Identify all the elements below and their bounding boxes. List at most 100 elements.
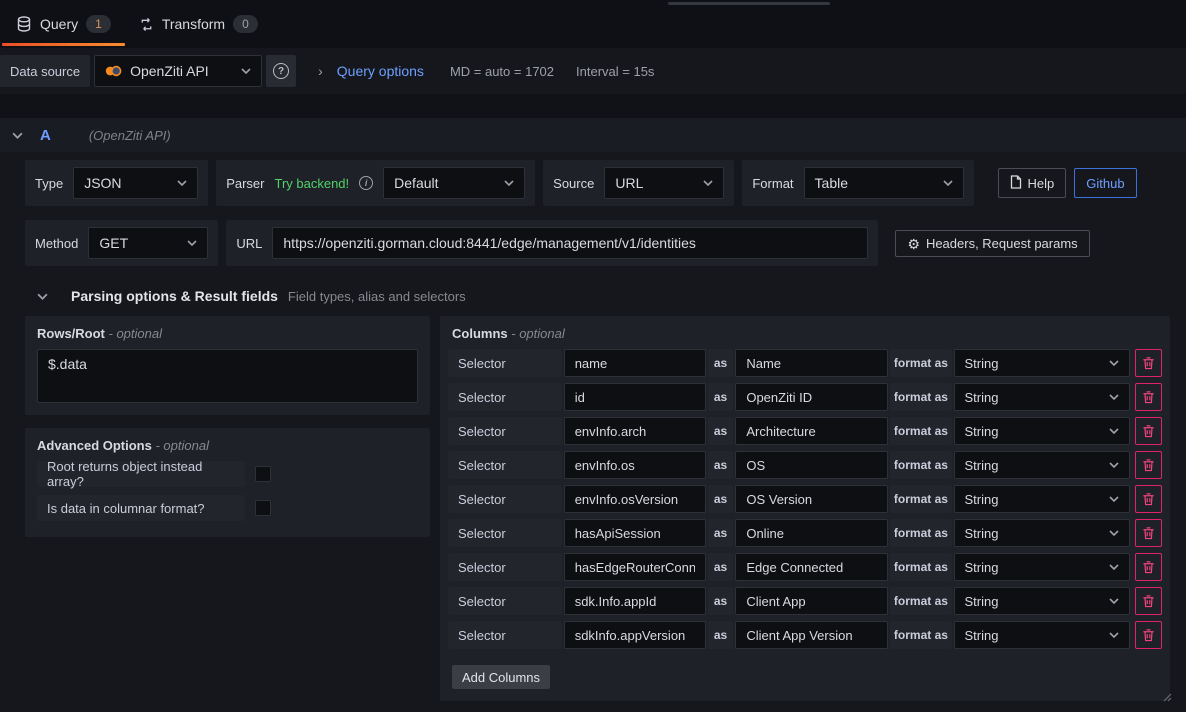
format-as-label: format as [890, 349, 951, 377]
method-label: Method [35, 236, 78, 251]
source-select[interactable]: URL [604, 167, 724, 199]
selector-input[interactable] [564, 621, 706, 649]
format-as-label: format as [890, 451, 951, 479]
alias-input[interactable] [735, 417, 888, 445]
query-ref-id[interactable]: A [40, 127, 51, 144]
info-circle-icon[interactable]: i [359, 176, 373, 190]
alias-input[interactable] [735, 451, 888, 479]
rows-root-input[interactable]: $.data [37, 349, 418, 403]
trash-icon [1142, 390, 1155, 404]
method-field-group: Method GET [25, 220, 218, 266]
format-type-select[interactable]: String [954, 485, 1131, 513]
format-type-select[interactable]: String [954, 451, 1131, 479]
selector-input[interactable] [564, 383, 706, 411]
column-mapping-row: Selector as format as String [448, 349, 1162, 377]
delete-column-button[interactable] [1135, 485, 1162, 513]
query-editor-body: Type JSON Parser Try backend! i Default … [0, 152, 1186, 712]
try-backend-hint[interactable]: Try backend! [274, 176, 349, 191]
advanced-options-title: Advanced Options - optional [37, 438, 418, 453]
selector-input[interactable] [564, 519, 706, 547]
format-select[interactable]: Table [804, 167, 964, 199]
trash-icon [1142, 594, 1155, 608]
as-label: as [708, 485, 734, 513]
type-select[interactable]: JSON [73, 167, 198, 199]
help-button[interactable]: Help [998, 168, 1067, 198]
columnar-format-checkbox[interactable] [255, 500, 271, 516]
query-count-badge: 1 [86, 15, 111, 33]
delete-column-button[interactable] [1135, 349, 1162, 377]
github-button[interactable]: Github [1074, 168, 1136, 198]
transform-count-badge: 0 [233, 15, 258, 33]
format-field-group: Format Table [742, 160, 973, 206]
selector-input[interactable] [564, 587, 706, 615]
format-type-select[interactable]: String [954, 553, 1131, 581]
chevron-down-icon [10, 128, 24, 142]
parsing-section-header[interactable]: Parsing options & Result fields Field ty… [35, 288, 1166, 304]
datasource-help-button[interactable]: ? [266, 55, 296, 87]
delete-column-button[interactable] [1135, 519, 1162, 547]
parser-field-group: Parser Try backend! i Default [216, 160, 535, 206]
format-type-select[interactable]: String [954, 519, 1131, 547]
selector-input[interactable] [564, 553, 706, 581]
format-type-select[interactable]: String [954, 349, 1131, 377]
query-row-header[interactable]: A (OpenZiti API) [0, 118, 1186, 152]
columns-title: Columns - optional [452, 326, 1162, 341]
url-input[interactable] [272, 227, 868, 259]
alias-input[interactable] [735, 587, 888, 615]
alias-input[interactable] [735, 383, 888, 411]
selector-input[interactable] [564, 485, 706, 513]
datasource-picker[interactable]: OpenZiti API [94, 55, 262, 87]
chevron-down-icon [35, 289, 49, 303]
root-object-checkbox[interactable] [255, 466, 271, 482]
format-type-select[interactable]: String [954, 417, 1131, 445]
format-label: Format [752, 176, 793, 191]
as-label: as [708, 587, 734, 615]
headers-request-params-button[interactable]: ⚙ Headers, Request params [895, 230, 1089, 257]
alias-input[interactable] [735, 349, 888, 377]
parsing-section-subtitle: Field types, alias and selectors [288, 289, 466, 304]
database-icon [16, 16, 32, 32]
delete-column-button[interactable] [1135, 621, 1162, 649]
trash-icon [1142, 628, 1155, 642]
grafana-query-editor: Query 1 Transform 0 Data source [0, 0, 1186, 712]
alias-input[interactable] [735, 485, 888, 513]
selector-input[interactable] [564, 417, 706, 445]
max-data-points-stat: MD = auto = 1702 [450, 64, 554, 79]
format-type-select[interactable]: String [954, 621, 1131, 649]
tab-transform[interactable]: Transform 0 [125, 0, 272, 48]
add-columns-button[interactable]: Add Columns [452, 665, 550, 689]
delete-column-button[interactable] [1135, 587, 1162, 615]
format-type-select[interactable]: String [954, 587, 1131, 615]
selector-input[interactable] [564, 349, 706, 377]
format-type-select[interactable]: String [954, 383, 1131, 411]
panel-resize-handle[interactable] [668, 2, 830, 5]
alias-input[interactable] [735, 519, 888, 547]
advanced-option-row: Is data in columnar format? [37, 495, 418, 521]
delete-column-button[interactable] [1135, 451, 1162, 479]
as-label: as [708, 349, 734, 377]
alias-input[interactable] [735, 621, 888, 649]
selector-input[interactable] [564, 451, 706, 479]
delete-column-button[interactable] [1135, 383, 1162, 411]
column-mapping-row: Selector as format as String [448, 587, 1162, 615]
tab-query[interactable]: Query 1 [2, 0, 125, 48]
as-label: as [708, 621, 734, 649]
active-tab-underline [2, 43, 125, 46]
parser-select[interactable]: Default [383, 167, 525, 199]
rows-root-panel: Rows/Root - optional $.data [25, 316, 430, 415]
method-select[interactable]: GET [88, 227, 208, 259]
delete-column-button[interactable] [1135, 553, 1162, 581]
interval-stat: Interval = 15s [576, 64, 654, 79]
datasource-toolbar: Data source OpenZiti API ? › Query optio… [0, 48, 1186, 94]
as-label: as [708, 417, 734, 445]
alias-input[interactable] [735, 553, 888, 581]
query-options-toggle[interactable]: Query options [337, 63, 424, 79]
trash-icon [1142, 458, 1155, 472]
trash-icon [1142, 560, 1155, 574]
datasource-label: Data source [0, 55, 90, 87]
trash-icon [1142, 424, 1155, 438]
delete-column-button[interactable] [1135, 417, 1162, 445]
url-line: Method GET URL ⚙ Headers, Request params [25, 220, 1166, 266]
format-as-label: format as [890, 383, 951, 411]
editor-tabbar: Query 1 Transform 0 [0, 0, 1186, 48]
